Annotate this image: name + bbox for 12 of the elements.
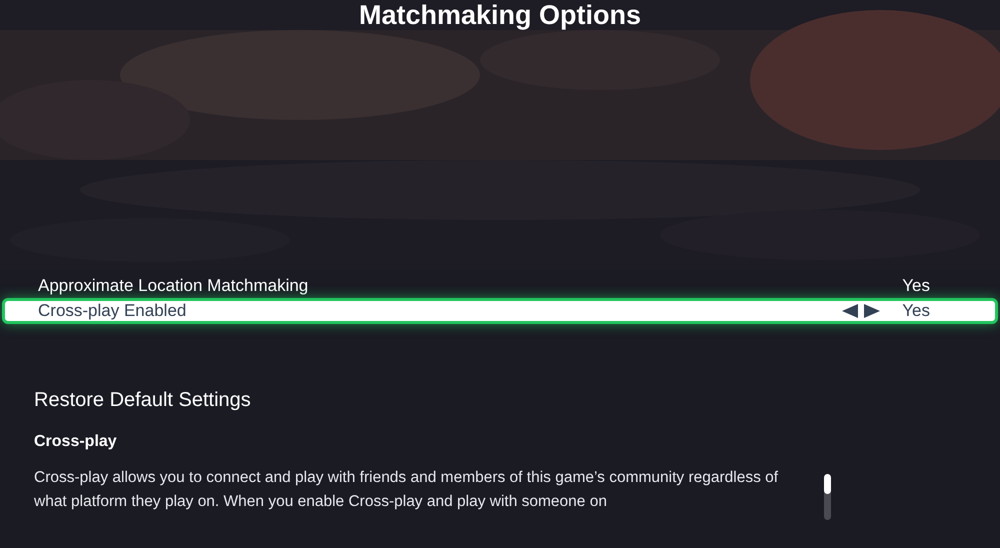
screen-title: Matchmaking Options: [358, 2, 642, 29]
description-text: Cross-play allows you to connect and play with friends and members of this game’s community regardless of what platform they play on. When you enable Cross-play and play with someone on: [34, 468, 780, 512]
option-label: Cross-play Enabled: [38, 300, 188, 322]
option-value: Yes: [902, 275, 930, 298]
description-heading: Cross-play: [34, 434, 118, 450]
option-row[interactable]: Approximate Location Matchmaking Yes: [2, 274, 998, 298]
option-row[interactable]: Cross-play Enabled Yes: [2, 298, 998, 324]
left-right-arrows-icon[interactable]: [842, 304, 880, 318]
restore-defaults-button[interactable]: Restore Default Settings: [34, 390, 251, 410]
option-value: Yes: [902, 300, 930, 322]
option-label: Approximate Location Matchmaking: [38, 275, 310, 298]
scrollbar[interactable]: [824, 474, 831, 520]
